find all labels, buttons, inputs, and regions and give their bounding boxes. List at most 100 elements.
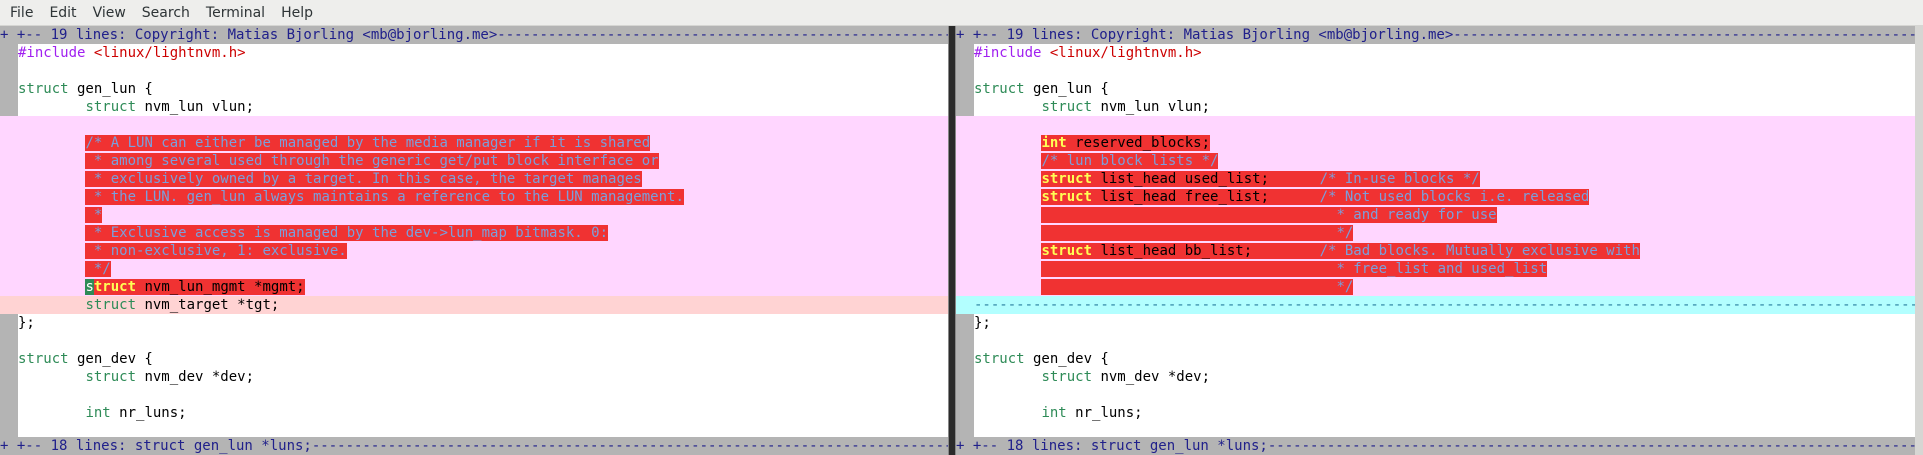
code-line[interactable]: /* lun block lists */ (956, 152, 1923, 170)
code-line[interactable]: * free_list and used_list (956, 260, 1923, 278)
code-token: /* Bad blocks. Mutually exclusive with (1319, 243, 1640, 259)
code-line[interactable] (0, 386, 948, 404)
code-line[interactable]: struct list_head used_list; /* In-use bl… (956, 170, 1923, 188)
code-token: nr_luns; (110, 405, 187, 421)
code-line[interactable]: struct gen_dev { (0, 350, 948, 368)
code-line[interactable]: */ (956, 278, 1923, 296)
code-line[interactable]: * non-exclusive, 1: exclusive. (0, 242, 948, 260)
fold-header-top[interactable]: + +-- 19 lines: Copyright: Matias Bjorli… (0, 26, 948, 44)
code-line[interactable]: */ (956, 224, 1923, 242)
code-line[interactable]: struct gen_lun { (0, 80, 948, 98)
code-token: ----------------------------------------… (974, 297, 1923, 313)
code-line[interactable] (0, 62, 948, 80)
line-text: * free_list and used_list (974, 260, 1923, 278)
code-line[interactable] (0, 332, 948, 350)
code-line[interactable] (956, 62, 1923, 80)
code-token: * free_list and used_list (1328, 261, 1548, 277)
code-line[interactable] (956, 116, 1923, 134)
code-line[interactable]: }; (956, 314, 1923, 332)
code-token: reserved_blocks; (1066, 135, 1211, 151)
fold-footer-bottom[interactable]: + +-- 18 lines: struct gen_lun *luns;---… (956, 437, 1923, 455)
code-line[interactable]: struct nvm_dev *dev; (0, 368, 948, 386)
code-line[interactable]: struct gen_lun { (956, 80, 1923, 98)
code-line[interactable]: struct nvm_target *tgt; (0, 296, 948, 314)
code-line[interactable] (0, 116, 948, 134)
line-text: */ (974, 224, 1923, 242)
code-line[interactable]: */ (0, 260, 948, 278)
code-line[interactable]: int nr_luns; (956, 404, 1923, 422)
code-line[interactable] (956, 332, 1923, 350)
code-line[interactable]: struct gen_dev { (956, 350, 1923, 368)
code-line[interactable] (956, 386, 1923, 404)
code-line[interactable]: struct nvm_dev *dev; (956, 368, 1923, 386)
code-token: struct (974, 81, 1025, 97)
fold-header-top[interactable]: + +-- 19 lines: Copyright: Matias Bjorli… (956, 26, 1923, 44)
code-line[interactable]: struct nvm_lun vlun; (956, 98, 1923, 116)
code-line[interactable]: struct list_head bb_list; /* Bad blocks.… (956, 242, 1923, 260)
code-line[interactable]: struct nvm_lun_mgmt *mgmt; (0, 278, 948, 296)
code-line[interactable]: * exclusively owned by a target. In this… (0, 170, 948, 188)
line-text: struct list_head bb_list; /* Bad blocks.… (974, 242, 1923, 260)
code-token: nvm_dev *dev; (1092, 369, 1211, 385)
code-token (1041, 279, 1329, 295)
line-text: */ (18, 260, 948, 278)
code-line[interactable]: struct list_head free_list; /* Not used … (956, 188, 1923, 206)
code-line[interactable]: int reserved_blocks; (956, 134, 1923, 152)
right-diff-pane[interactable]: + +-- 19 lines: Copyright: Matias Bjorli… (956, 26, 1923, 455)
menu-file[interactable]: File (2, 0, 41, 26)
code-token: * exclusively owned by a target. In this… (85, 171, 642, 187)
code-line[interactable]: * and ready for use (956, 206, 1923, 224)
menu-edit[interactable]: Edit (41, 0, 84, 26)
code-line[interactable]: #include <linux/lightnvm.h> (956, 44, 1923, 62)
line-text: #include <linux/lightnvm.h> (974, 44, 1923, 62)
code-token: list_head bb_list; (1092, 243, 1320, 259)
left-diff-pane[interactable]: + +-- 19 lines: Copyright: Matias Bjorli… (0, 26, 948, 455)
code-token (1041, 207, 1329, 223)
code-line[interactable]: /* A LUN can either be managed by the me… (0, 134, 948, 152)
code-line[interactable]: * among several used through the generic… (0, 152, 948, 170)
line-text: struct list_head used_list; /* In-use bl… (974, 170, 1923, 188)
line-text: /* A LUN can either be managed by the me… (18, 134, 948, 152)
code-line[interactable]: * (0, 206, 948, 224)
menu-help[interactable]: Help (273, 0, 321, 26)
code-token: /* Not used blocks i.e. released (1319, 189, 1590, 205)
code-token: struct (18, 81, 69, 97)
code-line[interactable]: struct nvm_lun vlun; (0, 98, 948, 116)
window-scrollbar[interactable] (1915, 26, 1923, 455)
code-line[interactable]: * the LUN. gen_lun always maintains a re… (0, 188, 948, 206)
code-token: struct (85, 369, 137, 385)
code-line[interactable]: int nr_luns; (0, 404, 948, 422)
code-token: */ (1328, 279, 1354, 295)
code-token: struct (1041, 189, 1093, 205)
code-token: * the LUN. gen_lun always maintains a re… (85, 189, 684, 205)
code-token: }; (18, 315, 35, 331)
code-token: nvm_dev *dev; (136, 369, 255, 385)
menu-search[interactable]: Search (134, 0, 198, 26)
line-text: struct nvm_lun_mgmt *mgmt; (18, 278, 948, 296)
diff-filler-line[interactable]: ----------------------------------------… (956, 296, 1923, 314)
code-lines[interactable]: #include <linux/lightnvm.h> struct gen_lu… (956, 44, 1923, 437)
fold-footer-bottom[interactable]: + +-- 18 lines: struct gen_lun *luns;---… (0, 437, 948, 455)
line-text: struct nvm_target *tgt; (18, 296, 948, 314)
menu-terminal[interactable]: Terminal (198, 0, 273, 26)
line-text: struct nvm_dev *dev; (974, 368, 1923, 386)
code-lines[interactable]: #include <linux/lightnvm.h> struct gen_lu… (0, 44, 948, 437)
line-text: /* lun block lists */ (974, 152, 1923, 170)
menu-view[interactable]: View (85, 0, 134, 26)
line-text: int nr_luns; (974, 404, 1923, 422)
code-line[interactable]: * Exclusive access is managed by the dev… (0, 224, 948, 242)
line-text: * and ready for use (974, 206, 1923, 224)
code-line[interactable]: }; (0, 314, 948, 332)
code-line[interactable]: #include <linux/lightnvm.h> (0, 44, 948, 62)
vertical-split-divider[interactable] (948, 26, 956, 455)
code-token: */ (1328, 225, 1354, 241)
